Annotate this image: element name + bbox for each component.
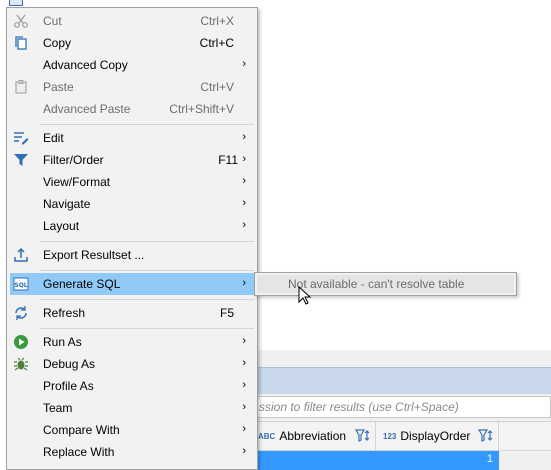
- menu-item-compare-with[interactable]: Compare With ›: [10, 419, 254, 441]
- menu-item-layout[interactable]: Layout ›: [10, 215, 254, 237]
- chevron-right-icon: ›: [242, 131, 246, 143]
- menu-item-profile-as[interactable]: Profile As ›: [10, 375, 254, 397]
- chevron-right-icon: ›: [242, 335, 246, 347]
- chevron-right-icon: ›: [242, 445, 246, 457]
- chevron-right-icon: ›: [242, 357, 246, 369]
- chevron-right-icon: ›: [242, 379, 246, 391]
- menu-separator: [40, 270, 254, 271]
- edit-icon: [14, 132, 29, 145]
- text-type-icon: ABC: [258, 431, 276, 441]
- menu-item-filter-order[interactable]: Filter/Order F11 ›: [10, 149, 254, 171]
- menu-item-team[interactable]: Team ›: [10, 397, 254, 419]
- menu-item-generate-sql[interactable]: SQL Generate SQL ›: [10, 273, 254, 295]
- filter-icon: [14, 154, 28, 166]
- svg-text:SQL: SQL: [14, 282, 27, 289]
- number-type-icon: 123: [383, 431, 397, 441]
- refresh-icon: [15, 306, 27, 320]
- results-header: ABC Abbreviation 123 DisplayOrder: [256, 421, 551, 451]
- menu-item-advanced-paste[interactable]: Advanced Paste Ctrl+Shift+V: [10, 98, 254, 120]
- chevron-right-icon: ›: [242, 153, 246, 165]
- menu-separator: [40, 241, 254, 242]
- generate-sql-submenu: Not available - can't resolve table: [254, 272, 517, 296]
- menu-separator: [40, 328, 254, 329]
- filter-input[interactable]: ssion to filter results (use Ctrl+Space): [256, 396, 551, 418]
- chevron-right-icon: ›: [242, 219, 246, 231]
- menu-item-paste[interactable]: Paste Ctrl+V: [10, 76, 254, 98]
- export-icon: [14, 247, 28, 262]
- results-tab-bar: [256, 367, 551, 394]
- chevron-right-icon: ›: [242, 175, 246, 187]
- menu-separator: [40, 124, 254, 125]
- menu-item-replace-with[interactable]: Replace With ›: [10, 441, 254, 463]
- copy-icon: [15, 36, 27, 50]
- menu-item-run-as[interactable]: Run As ›: [10, 331, 254, 353]
- column-displayorder[interactable]: 123 DisplayOrder: [377, 422, 499, 450]
- chevron-right-icon: ›: [242, 277, 246, 289]
- run-icon: [14, 335, 28, 349]
- menu-item-copy[interactable]: Copy Ctrl+C: [10, 32, 254, 54]
- context-menu: Cut Ctrl+X Copy Ctrl+C Advanced Copy › P…: [6, 7, 258, 470]
- column-filter-icon[interactable]: [478, 428, 494, 444]
- chevron-right-icon: ›: [242, 197, 246, 209]
- menu-item-advanced-copy[interactable]: Advanced Copy ›: [10, 54, 254, 76]
- menu-item-debug-as[interactable]: Debug As ›: [10, 353, 254, 375]
- table-row[interactable]: 1: [256, 451, 499, 470]
- column-label: Abbreviation: [279, 429, 347, 443]
- scissors-icon: [14, 14, 28, 28]
- menu-separator: [40, 299, 254, 300]
- menu-item-export-resultset[interactable]: Export Resultset ...: [10, 244, 254, 266]
- bug-icon: [14, 357, 28, 371]
- menu-item-cut[interactable]: Cut Ctrl+X: [10, 10, 254, 32]
- column-abbreviation[interactable]: ABC Abbreviation: [256, 422, 376, 450]
- clipboard-icon: [15, 80, 27, 94]
- menu-item-navigate[interactable]: Navigate ›: [10, 193, 254, 215]
- toolbar-icon[interactable]: [9, 0, 23, 6]
- column-filter-icon[interactable]: [355, 428, 371, 444]
- menu-item-refresh[interactable]: Refresh F5: [10, 302, 254, 324]
- menu-item-edit[interactable]: Edit ›: [10, 127, 254, 149]
- menu-item-view-format[interactable]: View/Format ›: [10, 171, 254, 193]
- submenu-item-not-available[interactable]: Not available - can't resolve table: [257, 275, 514, 293]
- chevron-right-icon: ›: [242, 58, 246, 70]
- chevron-right-icon: ›: [242, 401, 246, 413]
- chevron-right-icon: ›: [242, 423, 246, 435]
- column-label: DisplayOrder: [400, 429, 471, 443]
- cell-value: 1: [486, 453, 493, 465]
- mouse-cursor-icon: [298, 286, 312, 305]
- sql-icon: SQL: [13, 277, 29, 291]
